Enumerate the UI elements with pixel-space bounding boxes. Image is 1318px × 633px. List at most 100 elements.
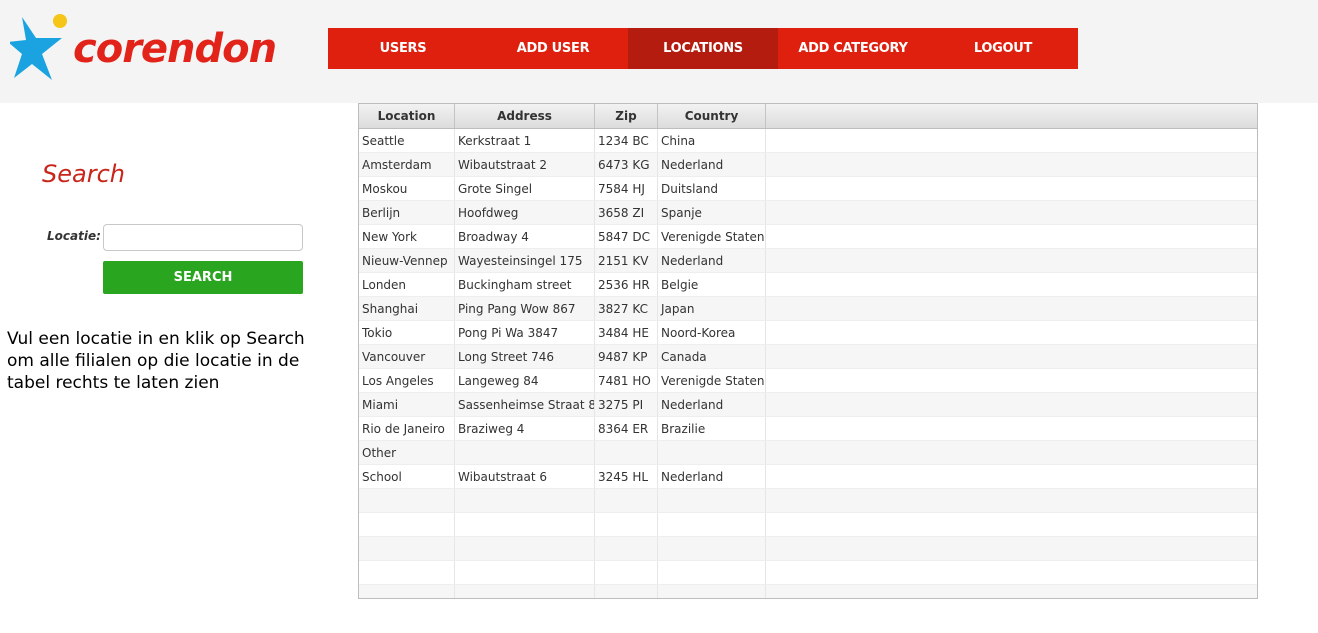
cell-country: China (658, 129, 766, 152)
cell-filler (766, 321, 1257, 344)
cell-country: Nederland (658, 249, 766, 272)
cell-address: Wibautstraat 2 (455, 153, 595, 176)
cell-zip (595, 585, 658, 598)
cell-address (455, 537, 595, 560)
cell-address: Wayesteinsingel 175 (455, 249, 595, 272)
cell-filler (766, 177, 1257, 200)
cell-filler (766, 585, 1257, 598)
column-header-location[interactable]: Location (359, 104, 455, 128)
table-row[interactable] (359, 489, 1257, 513)
cell-address: Grote Singel (455, 177, 595, 200)
table-row[interactable]: Miami Sassenheimse Straat 87 3275 PI Nederl… (359, 393, 1257, 417)
table-row[interactable] (359, 513, 1257, 537)
cell-location: Other (359, 441, 455, 464)
locations-table[interactable]: Location Address Zip Country Seattle Kerk… (358, 103, 1258, 599)
cell-location: Tokio (359, 321, 455, 344)
cell-zip: 3484 HE (595, 321, 658, 344)
table-row[interactable]: Berlijn Hoofdweg 3658 ZI Spanje (359, 201, 1257, 225)
cell-filler (766, 345, 1257, 368)
cell-location: Seattle (359, 129, 455, 152)
cell-address: Ping Pang Wow 867 (455, 297, 595, 320)
cell-country (658, 441, 766, 464)
nav-users[interactable]: USERS (328, 28, 478, 69)
cell-country: Belgie (658, 273, 766, 296)
cell-country (658, 537, 766, 560)
cell-country: Verenigde Staten (658, 369, 766, 392)
cell-zip (595, 489, 658, 512)
cell-filler (766, 537, 1257, 560)
cell-address: Kerkstraat 1 (455, 129, 595, 152)
cell-location: School (359, 465, 455, 488)
column-header-zip[interactable]: Zip (595, 104, 658, 128)
cell-country: Noord-Korea (658, 321, 766, 344)
table-row[interactable] (359, 585, 1257, 598)
cell-location: Londen (359, 273, 455, 296)
nav-locations[interactable]: LOCATIONS (628, 28, 778, 69)
cell-address (455, 561, 595, 584)
table-row[interactable]: Vancouver Long Street 746 9487 KP Canada (359, 345, 1257, 369)
table-row[interactable]: Londen Buckingham street 2536 HR Belgie (359, 273, 1257, 297)
cell-country: Nederland (658, 153, 766, 176)
search-title: Search (42, 160, 125, 188)
cell-filler (766, 249, 1257, 272)
cell-zip: 9487 KP (595, 345, 658, 368)
column-header-address[interactable]: Address (455, 104, 595, 128)
cell-filler (766, 489, 1257, 512)
cell-zip (595, 561, 658, 584)
corendon-logo[interactable]: corendon (10, 12, 277, 87)
table-row[interactable]: Shanghai Ping Pang Wow 867 3827 KC Japan (359, 297, 1257, 321)
table-row[interactable]: Moskou Grote Singel 7584 HJ Duitsland (359, 177, 1257, 201)
table-row[interactable] (359, 537, 1257, 561)
cell-address: Langeweg 84 (455, 369, 595, 392)
table-row[interactable]: Other (359, 441, 1257, 465)
table-row[interactable] (359, 561, 1257, 585)
cell-zip: 6473 KG (595, 153, 658, 176)
cell-zip: 8364 ER (595, 417, 658, 440)
cell-location (359, 513, 455, 536)
cell-address: Sassenheimse Straat 87 (455, 393, 595, 416)
table-row[interactable]: Seattle Kerkstraat 1 1234 BC China (359, 129, 1257, 153)
cell-zip: 3275 PI (595, 393, 658, 416)
cell-country (658, 513, 766, 536)
cell-location: Amsterdam (359, 153, 455, 176)
nav-logout[interactable]: LOGOUT (928, 28, 1078, 69)
cell-location: Rio de Janeiro (359, 417, 455, 440)
cell-zip: 2151 KV (595, 249, 658, 272)
cell-filler (766, 465, 1257, 488)
column-header-country[interactable]: Country (658, 104, 766, 128)
cell-address (455, 441, 595, 464)
cell-zip: 7481 HO (595, 369, 658, 392)
cell-filler (766, 393, 1257, 416)
table-row[interactable]: Nieuw-Vennep Wayesteinsingel 175 2151 KV Ne… (359, 249, 1257, 273)
table-header: Location Address Zip Country (359, 104, 1257, 129)
table-row[interactable]: Rio de Janeiro Braziweg 4 8364 ER Brazilie (359, 417, 1257, 441)
cell-location: Nieuw-Vennep (359, 249, 455, 272)
main-nav: USERS ADD USER LOCATIONS ADD CATEGORY LO… (328, 28, 1078, 69)
search-button[interactable]: SEARCH (103, 261, 303, 294)
cell-zip: 1234 BC (595, 129, 658, 152)
star-logo-icon (10, 14, 67, 80)
cell-zip: 3827 KC (595, 297, 658, 320)
cell-address (455, 585, 595, 598)
table-row[interactable]: Los Angeles Langeweg 84 7481 HO Verenigde S… (359, 369, 1257, 393)
table-row[interactable]: School Wibautstraat 6 3245 HL Nederland (359, 465, 1257, 489)
table-row[interactable]: Tokio Pong Pi Wa 3847 3484 HE Noord-Korea (359, 321, 1257, 345)
cell-filler (766, 561, 1257, 584)
cell-zip: 2536 HR (595, 273, 658, 296)
location-input[interactable] (103, 224, 303, 251)
cell-zip (595, 537, 658, 560)
cell-location (359, 489, 455, 512)
cell-location: Berlijn (359, 201, 455, 224)
cell-address: Pong Pi Wa 3847 (455, 321, 595, 344)
cell-location: Los Angeles (359, 369, 455, 392)
nav-add-category[interactable]: ADD CATEGORY (778, 28, 928, 69)
cell-location (359, 561, 455, 584)
table-row[interactable]: New York Broadway 4 5847 DC Verenigde State… (359, 225, 1257, 249)
cell-filler (766, 441, 1257, 464)
cell-filler (766, 129, 1257, 152)
cell-location: New York (359, 225, 455, 248)
table-row[interactable]: Amsterdam Wibautstraat 2 6473 KG Nederland (359, 153, 1257, 177)
cell-country (658, 585, 766, 598)
nav-add-user[interactable]: ADD USER (478, 28, 628, 69)
cell-address: Long Street 746 (455, 345, 595, 368)
